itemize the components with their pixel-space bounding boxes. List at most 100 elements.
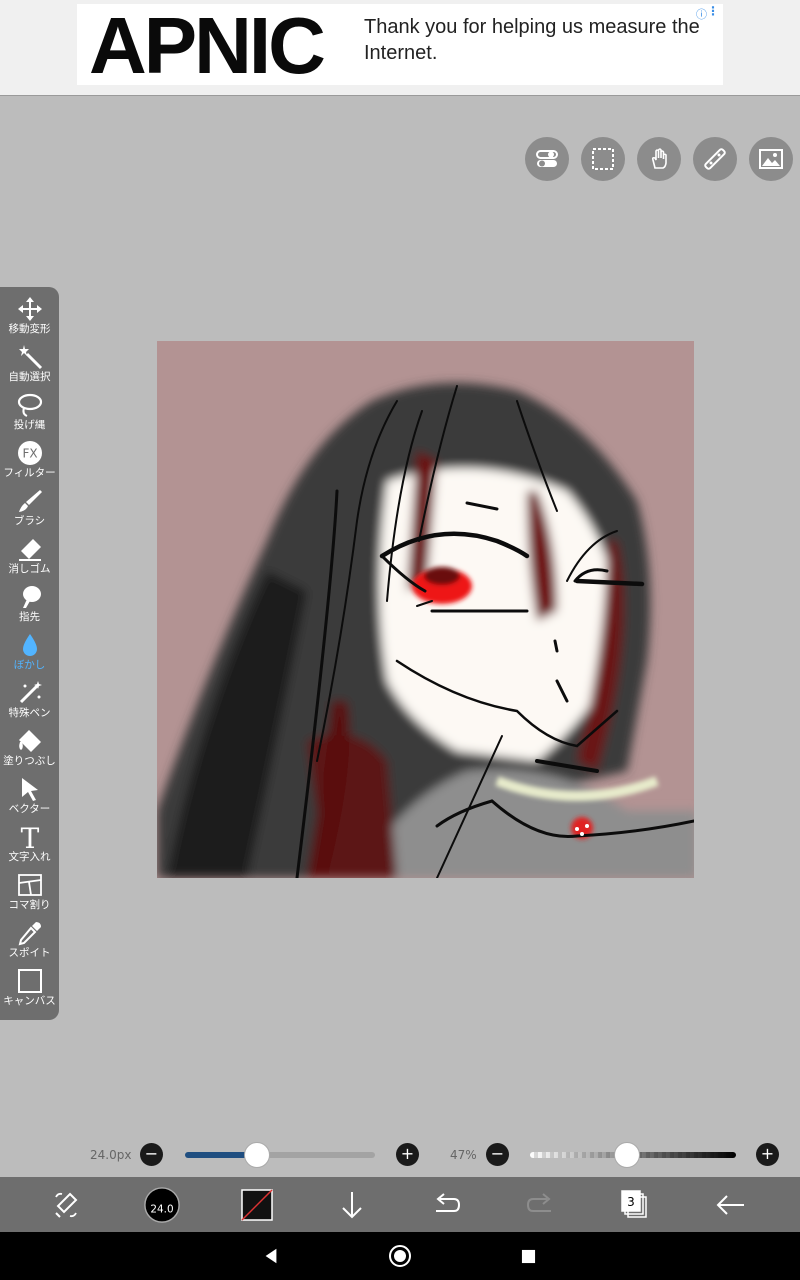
tool-lasso[interactable]: 投げ縄: [0, 391, 59, 439]
ad-logo: APNIC: [89, 1, 326, 90]
brush-size-label: 24.0: [150, 1204, 173, 1216]
nav-home-icon: [389, 1245, 411, 1267]
system-nav-bar: [0, 1232, 800, 1280]
hand-button[interactable]: [637, 137, 681, 181]
finger-icon: [22, 586, 41, 608]
tool-label: 文字入れ: [8, 851, 51, 863]
reference-image-button[interactable]: [749, 137, 793, 181]
tool-filter[interactable]: FX フィルター: [0, 439, 59, 487]
tool-eyedropper[interactable]: スポイト: [0, 919, 59, 967]
opacity-decrease-button[interactable]: −: [486, 1143, 509, 1166]
text-tool-glyph: T: [20, 824, 39, 850]
artwork: [157, 341, 694, 878]
text-icon: T: [20, 824, 39, 850]
undo-icon: [436, 1193, 461, 1212]
magic-wand-icon: [18, 345, 42, 370]
ad-banner[interactable]: APNIC Thank you for helping us measure t…: [77, 1, 723, 90]
tool-vector[interactable]: ベクター: [0, 775, 59, 823]
size-increase-button[interactable]: +: [396, 1143, 419, 1166]
toggle-button[interactable]: [525, 137, 569, 181]
opacity-slider-knob[interactable]: [613, 1142, 640, 1168]
size-decrease-button[interactable]: −: [140, 1143, 163, 1166]
brush-size-icon: 24.0: [144, 1187, 180, 1223]
tool-label: コマ割り: [8, 899, 51, 911]
brush-slider-row: 24.0px − + 47% − +: [0, 1140, 800, 1170]
lasso-icon: [17, 393, 42, 417]
redo-icon: [526, 1193, 551, 1212]
ad-menu-icon[interactable]: ⋮: [707, 4, 719, 18]
tool-label: 自動選択: [8, 371, 51, 383]
fx-label: FX: [22, 447, 37, 461]
selection-button[interactable]: [581, 137, 625, 181]
blur-drop-icon: [22, 634, 37, 656]
tool-fill[interactable]: 塗りつぶし: [0, 727, 59, 775]
layers-icon: 3: [621, 1190, 647, 1218]
tool-label: スポイト: [8, 947, 51, 959]
fx-icon: FX: [17, 441, 42, 465]
tool-text[interactable]: T 文字入れ: [0, 823, 59, 871]
tool-label: フィルター: [3, 467, 56, 479]
ad-banner-area: APNIC Thank you for helping us measure t…: [0, 0, 800, 96]
tool-brush[interactable]: ブラシ: [0, 487, 59, 535]
tool-label: 指先: [19, 611, 40, 623]
move-icon: [17, 297, 42, 321]
nav-back-icon: [265, 1248, 277, 1264]
left-toolbar: 移動変形 自動選択 投げ縄 FX フィルター ブラシ 消しゴム 指先 ぼかし 特…: [0, 287, 59, 1020]
selection-icon: [592, 148, 614, 170]
size-slider-track[interactable]: [185, 1152, 375, 1158]
opacity-increase-button[interactable]: +: [756, 1143, 779, 1166]
tool-label: ブラシ: [13, 515, 46, 527]
toggle-icon: [536, 150, 558, 167]
layers-button[interactable]: 3: [613, 1183, 657, 1227]
nav-back-button[interactable]: [257, 1242, 285, 1270]
tool-label: ベクター: [8, 803, 51, 815]
eyedropper-icon: [18, 922, 41, 946]
tool-blur[interactable]: ぼかし: [0, 631, 59, 679]
tool-move[interactable]: 移動変形: [0, 295, 59, 343]
download-button[interactable]: [330, 1183, 374, 1227]
canvas-icon: [17, 969, 42, 993]
brush-size-button[interactable]: 24.0: [140, 1183, 184, 1227]
undo-button[interactable]: [424, 1183, 468, 1227]
tool-finger[interactable]: 指先: [0, 583, 59, 631]
tool-canvas[interactable]: キャンバス: [0, 967, 59, 1015]
tool-magic-wand[interactable]: 自動選択: [0, 343, 59, 391]
back-button[interactable]: [708, 1183, 752, 1227]
color-icon: [241, 1189, 273, 1221]
top-tools: [525, 137, 793, 181]
brush-size-value: 24.0px: [90, 1148, 132, 1162]
ruler-button[interactable]: [693, 137, 737, 181]
tool-label: キャンバス: [3, 995, 56, 1007]
color-button[interactable]: [235, 1183, 279, 1227]
drawing-canvas[interactable]: [157, 341, 694, 878]
nav-recents-button[interactable]: [514, 1242, 542, 1270]
tool-label: 塗りつぶし: [3, 755, 56, 767]
bottom-action-bar: 24.0 3: [0, 1177, 800, 1232]
nav-home-button[interactable]: [386, 1242, 414, 1270]
brush-icon: [18, 490, 42, 512]
download-icon: [342, 1192, 362, 1219]
tool-label: ぼかし: [13, 659, 46, 671]
special-pen-icon: [19, 681, 42, 704]
size-slider-knob[interactable]: [244, 1142, 271, 1168]
tool-label: 特殊ペン: [8, 707, 51, 719]
opacity-value: 47%: [450, 1148, 477, 1162]
tool-eraser[interactable]: 消しゴム: [0, 535, 59, 583]
tool-special-pen[interactable]: 特殊ペン: [0, 679, 59, 727]
tool-label: 消しゴム: [8, 563, 51, 575]
vector-icon: [21, 778, 38, 801]
frame-icon: [17, 874, 42, 896]
swap-tool-button[interactable]: [44, 1183, 88, 1227]
ad-info-icon[interactable]: ⓘ: [696, 6, 707, 22]
tool-label: 投げ縄: [13, 419, 46, 431]
back-icon: [716, 1195, 744, 1215]
redo-button[interactable]: [519, 1183, 563, 1227]
tool-label: 移動変形: [8, 323, 51, 335]
eraser-icon: [18, 539, 41, 561]
tool-frame[interactable]: コマ割り: [0, 871, 59, 919]
layer-count: 3: [627, 1195, 635, 1209]
ruler-icon: [704, 148, 726, 170]
swap-tool-icon: [55, 1192, 78, 1218]
hand-icon: [651, 148, 667, 169]
nav-recents-icon: [521, 1249, 535, 1263]
